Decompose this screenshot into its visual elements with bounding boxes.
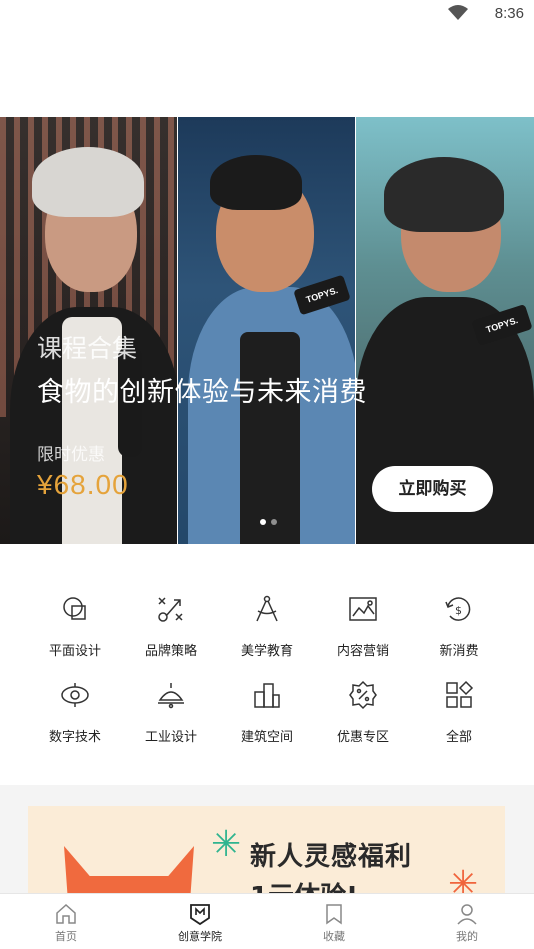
category-discount-zone[interactable]: 优惠专区	[315, 666, 411, 745]
category-label: 内容营销	[336, 644, 389, 659]
discount-zone-icon	[349, 680, 377, 710]
category-label: 优惠专区	[336, 730, 389, 745]
nav-favorites[interactable]: 收藏	[281, 894, 387, 949]
course-banner[interactable]: TOPYS. TOPYS. 课程合集 食物的创新体验与未来消费 限时优惠 ¥68…	[0, 117, 534, 544]
category-all[interactable]: 全部	[411, 666, 507, 745]
profile-icon	[457, 904, 477, 925]
newcomer-promo-card[interactable]: ✳ ✳ 新人灵感福利 1元体验!	[28, 806, 505, 896]
category-label: 工业设计	[144, 730, 197, 745]
status-bar: 8:36	[0, 0, 534, 30]
sparkle-icon: ✳	[211, 824, 242, 865]
carousel-dot[interactable]	[271, 519, 277, 525]
nav-label: 创意学院	[178, 930, 222, 943]
category-new-consumption[interactable]: $ 新消费	[411, 580, 507, 659]
buy-now-button[interactable]: 立即购买	[372, 466, 493, 512]
academy-icon	[190, 904, 210, 926]
architecture-icon	[254, 683, 280, 708]
digital-tech-icon	[61, 683, 89, 707]
category-label: 全部	[445, 730, 472, 745]
category-label: 新消费	[439, 644, 479, 659]
carousel-dots[interactable]	[260, 510, 282, 529]
category-industrial-design[interactable]: 工业设计	[123, 666, 219, 745]
nav-academy[interactable]: 创意学院	[147, 894, 253, 949]
new-consumption-icon: $	[445, 597, 471, 621]
category-graphic-design[interactable]: 平面设计	[27, 580, 123, 659]
industrial-design-icon	[158, 683, 184, 709]
category-label: 平面设计	[48, 644, 101, 659]
carousel-dot[interactable]	[260, 519, 266, 525]
bookmark-icon	[326, 904, 342, 925]
collection-label: 课程合集	[37, 334, 138, 363]
bottom-nav: 首页 创意学院 收藏 我的	[0, 893, 534, 949]
category-content-marketing[interactable]: 内容营销	[315, 580, 411, 659]
promo-label: 限时优惠	[37, 445, 105, 465]
nav-label: 首页	[55, 930, 77, 943]
category-aesthetic-education[interactable]: 美学教育	[219, 580, 315, 659]
category-architecture[interactable]: 建筑空间	[219, 666, 315, 745]
category-digital-tech[interactable]: 数字技术	[27, 666, 123, 745]
graphic-design-icon	[63, 597, 86, 620]
fox-mascot-icon	[64, 846, 194, 896]
category-label: 数字技术	[48, 730, 101, 745]
category-label: 美学教育	[240, 644, 293, 659]
content-marketing-icon	[349, 597, 377, 621]
home-icon	[56, 903, 76, 924]
status-time: 8:36	[494, 5, 524, 22]
banner-text-overlay: 课程合集 食物的创新体验与未来消费 限时优惠 ¥68.00 立即购买	[0, 117, 534, 544]
promo-title: 新人灵感福利	[250, 842, 413, 872]
course-price: ¥68.00	[37, 469, 129, 500]
aesthetic-education-icon	[256, 595, 278, 622]
category-label: 品牌策略	[144, 644, 197, 659]
wifi-icon	[448, 5, 468, 20]
all-grid-icon	[446, 680, 474, 708]
nav-label: 收藏	[323, 930, 345, 943]
nav-profile[interactable]: 我的	[414, 894, 520, 949]
category-grid: 平面设计 品牌策略 美学教育 内容营销 $ 新消费 数字技术 工业设计 建筑空间…	[27, 580, 507, 760]
category-label: 建筑空间	[240, 730, 293, 745]
sparkle-icon: ✳	[448, 864, 479, 896]
svg-text:$: $	[455, 604, 462, 617]
course-title: 食物的创新体验与未来消费	[37, 377, 367, 408]
brand-strategy-icon	[158, 597, 183, 622]
category-brand-strategy[interactable]: 品牌策略	[123, 580, 219, 659]
nav-home[interactable]: 首页	[13, 894, 119, 949]
nav-label: 我的	[456, 930, 478, 943]
